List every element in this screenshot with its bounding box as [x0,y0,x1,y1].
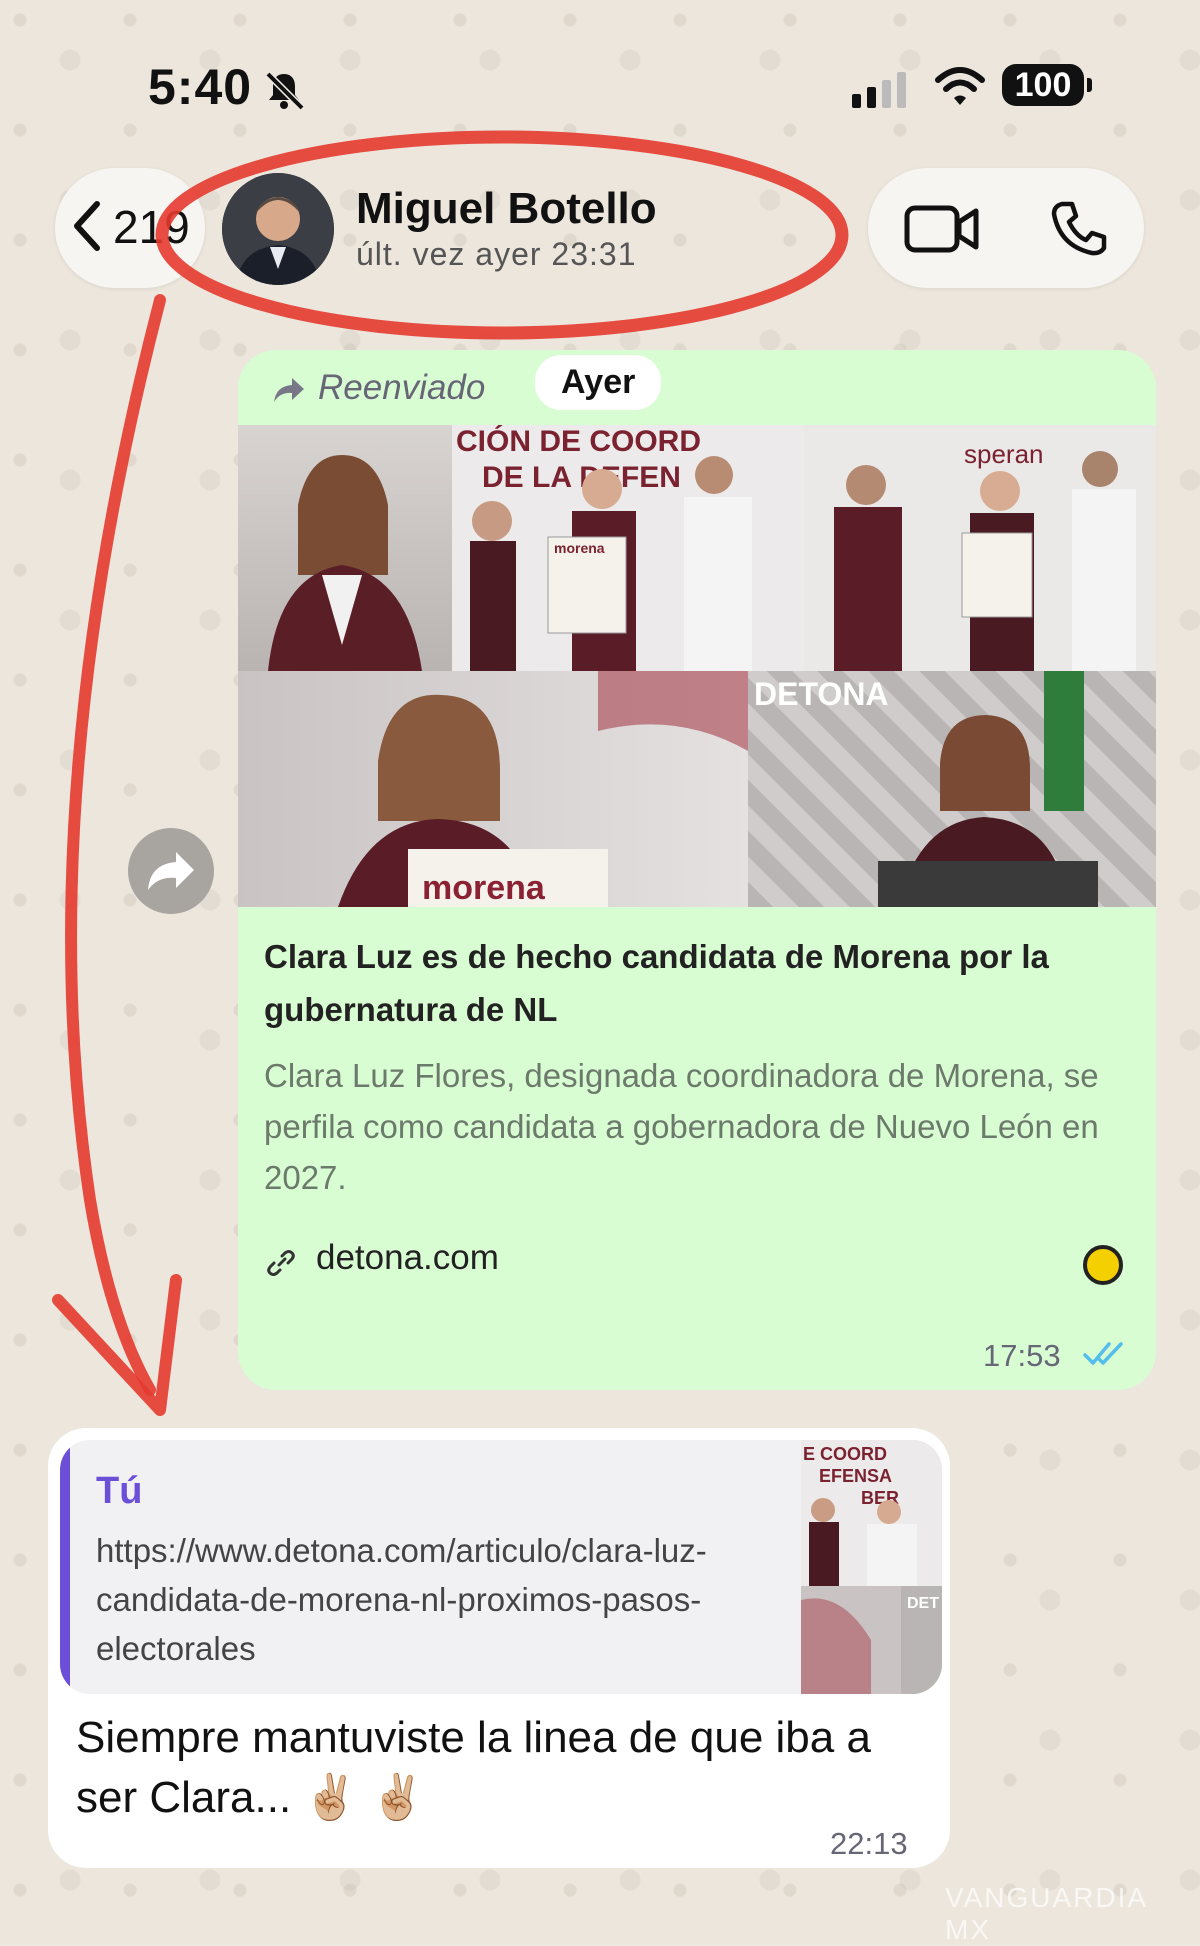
collage-text-4: morena [422,869,546,907]
collage-text-5: speran [964,439,1044,469]
collage-photo-2: CIÓN DE COORD DE LA DEFEN morena [452,425,804,671]
unread-count: 219 [113,201,190,253]
bell-slash-icon [265,71,305,111]
collage-photo-3: speran [804,425,1156,671]
collage-photo-5: DETONA [748,671,1156,907]
collage-photo-4: morena [238,671,748,907]
message-text: Siempre mantuviste la linea de que iba a… [76,1713,871,1822]
own-reply-message[interactable]: Tú https://www.detona.com/articulo/clara… [48,1428,950,1868]
forwarded-label: Reenviado [272,368,485,408]
battery-indicator: 100 [1002,64,1092,106]
quote-accent-bar [60,1440,70,1694]
quoted-message[interactable]: Tú https://www.detona.com/articulo/clara… [60,1440,942,1694]
link-preview-description: Clara Luz Flores, designada coordinadora… [264,1057,1099,1196]
forwarded-link-message[interactable]: Reenviado Ayer CIÓN DE COORD DE LA DEFEN… [238,350,1156,1390]
quote-url-text: https://www.detona.com/articulo/clara-lu… [96,1532,707,1667]
collage-photo-1 [238,425,452,671]
chevron-left-icon [74,201,100,251]
read-ticks-icon [1083,1342,1123,1365]
share-arrow-icon [148,852,194,890]
detona-logo-text: DETONA [754,676,889,712]
avatar-photo [222,173,334,285]
back-button[interactable]: 219 [55,168,205,288]
avatar[interactable] [222,173,334,285]
date-chip: Ayer [535,355,662,410]
message-time: 17:53 [983,1338,1061,1373]
share-button[interactable] [128,828,214,914]
link-icon [267,1250,295,1276]
link-preview-title[interactable]: Clara Luz es de hecho candidata de Moren… [264,930,1134,1036]
site-logo-icon [1083,1245,1123,1285]
last-seen-status: últ. vez ayer 23:31 [356,236,637,272]
phone-icon[interactable] [1048,198,1108,258]
status-time: 5:40 [148,59,253,115]
collage-text-2: DE LA DEFEN [482,461,681,494]
quote-thumbnail: E COORD EFENSA BER DET [801,1440,942,1694]
thumb-text-1: E COORD [803,1444,887,1464]
thumb-text-2: EFENSA [819,1466,892,1486]
video-call-icon[interactable] [904,202,980,256]
watermark: VANGUARDIA MX [945,1882,1147,1945]
message-time: 22:13 [830,1826,908,1861]
call-actions [868,168,1144,288]
wifi-icon [935,67,985,105]
thumb-text-4: DET [907,1595,939,1612]
collage-text-3: morena [554,540,605,556]
link-preview-image[interactable]: CIÓN DE COORD DE LA DEFEN morena speran [238,425,1156,907]
contact-name[interactable]: Miguel Botello [356,184,657,234]
forward-arrow-icon [274,377,304,402]
quote-author: Tú [96,1470,143,1512]
collage-text-1: CIÓN DE COORD [456,425,701,458]
link-domain[interactable]: detona.com [316,1238,499,1278]
signal-icon [852,72,906,108]
